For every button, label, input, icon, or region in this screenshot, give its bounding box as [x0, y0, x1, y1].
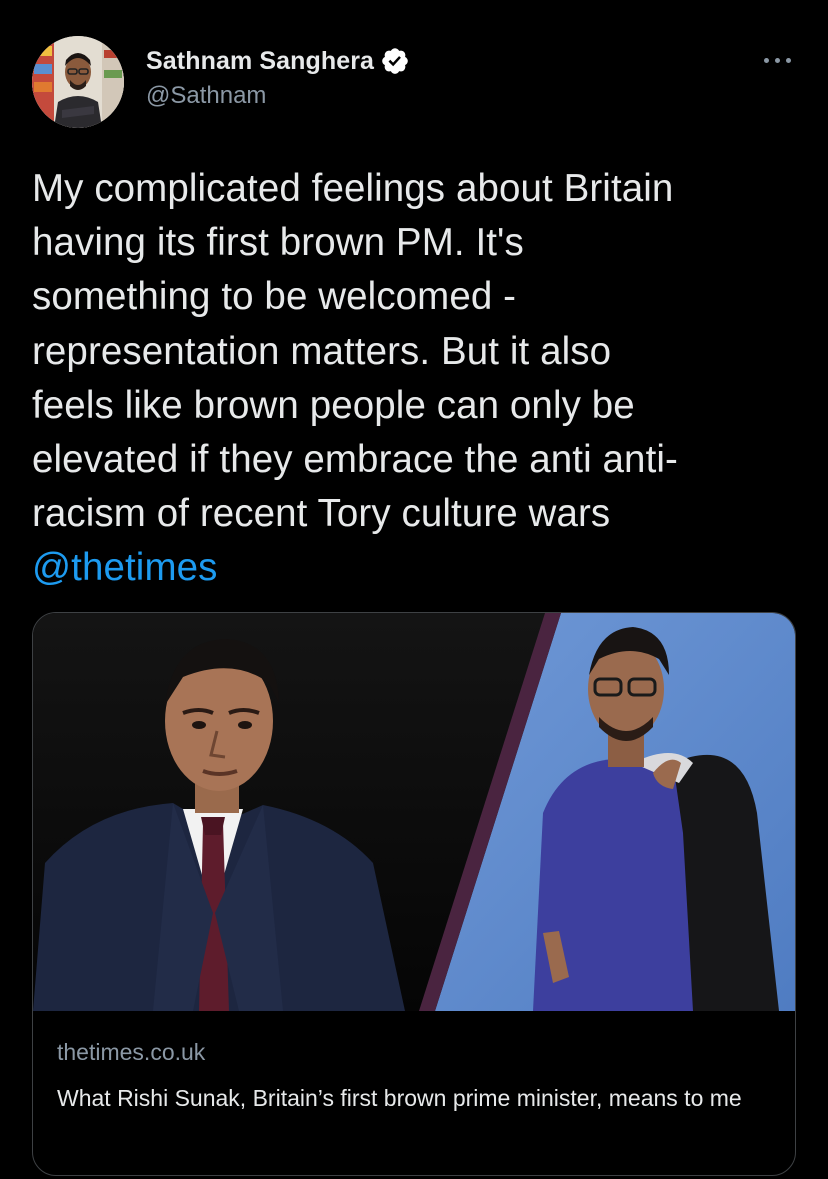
card-domain: thetimes.co.uk	[57, 1039, 206, 1065]
article-photo	[33, 613, 795, 1011]
link-preview-card[interactable]: thetimes.co.uk What Rishi Sunak, Britain…	[32, 612, 796, 1176]
avatar-image	[32, 36, 124, 128]
author-handle[interactable]: @Sathnam	[146, 82, 410, 110]
author-display-name[interactable]: Sathnam Sanghera	[146, 47, 374, 76]
tweet-body: My complicated feelings about Britain ha…	[32, 167, 678, 536]
card-image	[33, 613, 795, 1011]
verified-badge-icon	[382, 48, 408, 74]
tweet-header: Sathnam Sanghera @Sathnam	[32, 34, 796, 130]
mention-link[interactable]: @thetimes	[32, 546, 218, 589]
tweet-text: My complicated feelings about Britain ha…	[32, 162, 802, 596]
author-avatar[interactable]	[32, 36, 124, 128]
card-title: What Rishi Sunak, Britain’s first brown …	[57, 1085, 742, 1111]
more-horizontal-icon[interactable]	[762, 48, 794, 72]
